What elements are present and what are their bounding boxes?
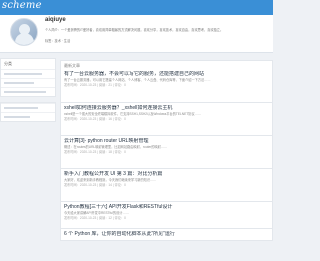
- post-excerpt: 今天给大家讲解API开发中RESTful的设计……: [64, 211, 129, 215]
- list-item[interactable]: 有了一台云服务器，不会可以写它的服务，还能搭建自己的网站 有了一台云服务器，可以…: [60, 69, 273, 103]
- list-item[interactable]: xshell如何连接云服务器？_xshell如何连接云主机 xshell是一个强…: [60, 103, 273, 136]
- post-title[interactable]: 云计算[3]- python router URL映射管理: [64, 138, 269, 144]
- sidebar-item[interactable]: [1, 112, 55, 121]
- sidebar-title: 分类: [4, 61, 12, 66]
- list-item[interactable]: 云计算[3]- python router URL映射管理 概述：在routes…: [60, 136, 273, 169]
- post-excerpt: 有了一台云服务器，可以用它搭建个人网站、个人博客、个人云盘、代码仓库等，下面介绍…: [64, 78, 211, 82]
- sidebar-item-placeholder: [4, 91, 46, 93]
- top-navigation-bar: scheme: [0, 0, 273, 15]
- post-title[interactable]: 有了一台云服务器，不会可以写它的服务，还能搭建自己的网站: [64, 71, 269, 77]
- post-excerpt: 大家好，欢迎来到新手教程篇，今天我们继续来学习新的知识……: [64, 178, 157, 182]
- list-item[interactable]: 6 个 Python 库，让你的自动化脚本从此“所见”运行: [60, 229, 273, 241]
- profile-header: aiqiuye 个人简介：一个爱折腾的IT爱好者，喜欢用简单粗暴的方式解决问题，…: [0, 15, 273, 53]
- post-title[interactable]: Python教程[三十六] API开发Flask和RESTful设计: [64, 204, 269, 210]
- sidebar-item[interactable]: [1, 87, 55, 96]
- sidebar-item-placeholder: [4, 73, 42, 75]
- profile-username[interactable]: aiqiuye: [45, 17, 66, 23]
- post-title[interactable]: 新手入门教程公开发 UI 第 3 篇：对比分析篇: [64, 171, 269, 177]
- sidebar-item-placeholder: [4, 82, 34, 84]
- sidebar-item[interactable]: [1, 103, 55, 112]
- post-meta: 发布时间：2020-10-23 | 阅读：14 | 评论：0: [64, 183, 126, 187]
- sidebar-item-placeholder: [4, 107, 38, 109]
- profile-tags: 标签：技术 · 生活: [45, 39, 71, 43]
- post-excerpt: 概述：在routes的URL映射管理里，比如网站路由映射、router的映射……: [64, 145, 168, 149]
- sidebar-item-placeholder: [4, 116, 30, 118]
- post-excerpt: xshell是一个强大的安全终端模拟软件，它支持SSH1,SSH2以及Windo…: [64, 112, 201, 116]
- article-list: 最新文章 有了一台云服务器，不会可以写它的服务，还能搭建自己的网站 有了一台云服…: [60, 60, 273, 261]
- sidebar: 分类: [0, 58, 56, 261]
- section-title: 最新文章: [60, 60, 273, 69]
- sidebar-item[interactable]: [1, 78, 55, 87]
- site-logo[interactable]: scheme: [2, 0, 42, 13]
- post-meta: 发布时间：2020-10-23 | 阅读：16 | 评论：0: [64, 117, 126, 121]
- post-meta: 发布时间：2020-10-23 | 阅读：21 | 评论：0: [64, 83, 126, 87]
- list-item[interactable]: 新手入门教程公开发 UI 第 3 篇：对比分析篇 大家好，欢迎来到新手教程篇，今…: [60, 169, 273, 202]
- sidebar-item[interactable]: [1, 69, 55, 78]
- post-meta: 发布时间：2020-10-23 | 阅读：18 | 评论：0: [64, 150, 126, 154]
- sidebar-category-card: 分类: [0, 58, 56, 97]
- avatar[interactable]: [10, 18, 38, 46]
- post-meta: 发布时间：2020-10-23 | 阅读：12 | 评论：0: [64, 216, 126, 220]
- sidebar-secondary-card: [0, 102, 56, 122]
- list-item[interactable]: Python教程[三十六] API开发Flask和RESTful设计 今天给大家…: [60, 202, 273, 229]
- post-title[interactable]: xshell如何连接云服务器？_xshell如何连接云主机: [64, 105, 269, 111]
- profile-bio: 个人简介：一个爱折腾的IT爱好者，喜欢用简单粗暴的方式解决问题，喜欢分享，喜欢技…: [45, 28, 224, 32]
- post-title[interactable]: 6 个 Python 库，让你的自动化脚本从此“所见”运行: [64, 231, 269, 237]
